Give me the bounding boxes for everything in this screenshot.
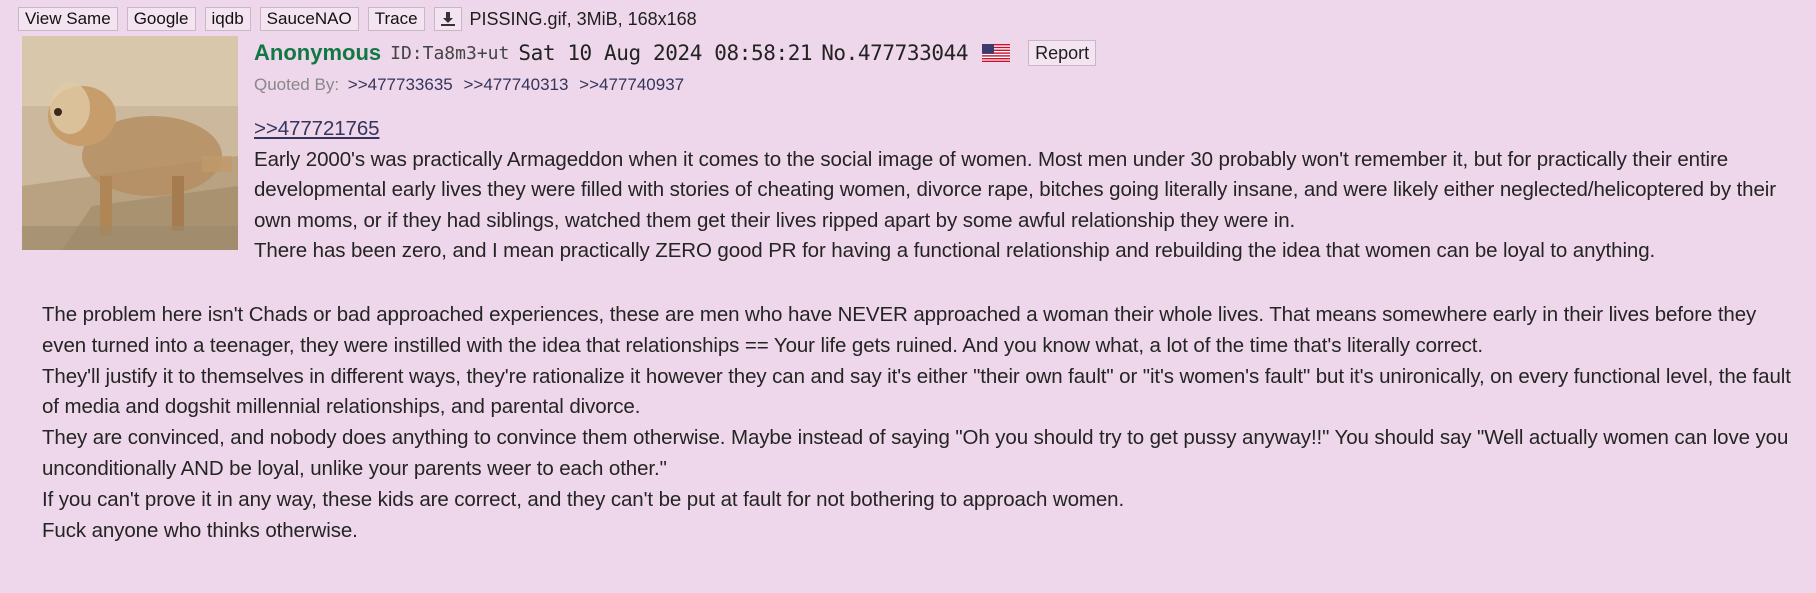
post-message-top: >>477721765 Early 2000's was practically… xyxy=(254,114,1804,267)
message-paragraph: Early 2000's was practically Armageddon … xyxy=(254,147,1776,232)
dog-thumbnail-picture xyxy=(22,36,238,250)
post-header: Anonymous ID:Ta8m3+ut Sat 10 Aug 2024 08… xyxy=(254,38,1097,68)
file-name-info[interactable]: PISSING.gif, 3MiB, 168x168 xyxy=(470,9,697,30)
report-button[interactable]: Report xyxy=(1028,40,1097,66)
quote-link[interactable]: >>477721765 xyxy=(254,114,380,145)
google-search-button[interactable]: Google xyxy=(126,7,196,31)
trace-search-button[interactable]: Trace xyxy=(367,7,425,31)
post-thumbnail-image[interactable] xyxy=(22,36,238,250)
quoted-by-link[interactable]: >>477733635 xyxy=(348,75,453,94)
quoted-by-label: Quoted By: xyxy=(254,75,340,94)
quoted-by-link[interactable]: >>477740313 xyxy=(463,75,568,94)
message-paragraph: There has been zero, and I mean practica… xyxy=(254,239,1656,262)
us-flag-icon xyxy=(982,44,1011,62)
message-paragraph: They'll justify it to themselves in diff… xyxy=(42,364,1791,419)
post-datetime: Sat 10 Aug 2024 08:58:21 xyxy=(518,41,813,65)
message-paragraph: If you can't prove it in any way, these … xyxy=(42,487,1125,511)
quoted-by-line: Quoted By: >>477733635 >>477740313 >>477… xyxy=(254,75,690,95)
message-paragraph: They are convinced, and nobody does anyt… xyxy=(42,426,1789,480)
poster-id[interactable]: ID:Ta8m3+ut xyxy=(390,43,509,64)
iqdb-search-button[interactable]: iqdb xyxy=(204,7,251,31)
download-icon xyxy=(440,12,455,26)
post-number-link[interactable]: No.477733044 xyxy=(821,41,968,65)
download-button[interactable] xyxy=(433,7,462,31)
file-info-bar: View Same Google iqdb SauceNAO Trace PIS… xyxy=(18,6,697,32)
view-same-button[interactable]: View Same xyxy=(18,7,118,31)
quoted-by-link[interactable]: >>477740937 xyxy=(579,75,684,94)
message-paragraph: Fuck anyone who thinks otherwise. xyxy=(42,518,358,542)
message-paragraph: The problem here isn't Chads or bad appr… xyxy=(42,303,1757,357)
saucenao-search-button[interactable]: SauceNAO xyxy=(259,7,359,31)
poster-name: Anonymous xyxy=(254,40,382,65)
post-message-bottom: The problem here isn't Chads or bad appr… xyxy=(42,300,1792,546)
